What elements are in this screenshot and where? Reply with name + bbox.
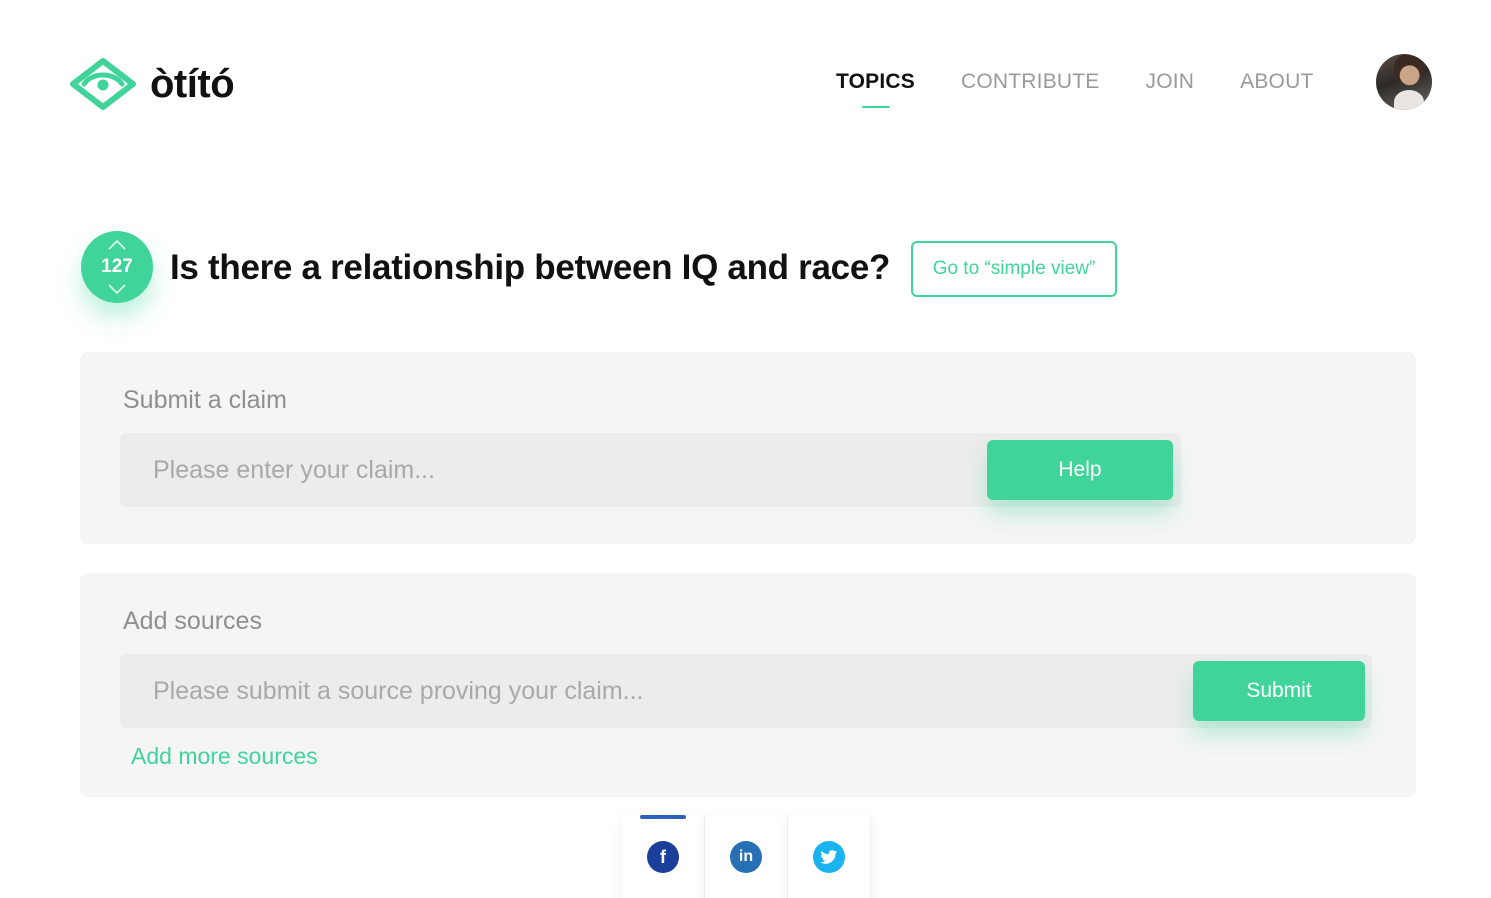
avatar[interactable] [1376,54,1432,110]
help-button[interactable]: Help [987,440,1173,500]
submit-claim-title: Submit a claim [123,386,287,414]
share-linkedin[interactable]: in [705,815,788,898]
submit-button[interactable]: Submit [1193,661,1365,721]
submit-claim-panel: Submit a claim Help [80,352,1416,544]
linkedin-icon: in [730,841,762,873]
eye-logo-icon [70,58,136,110]
brand-name: òtító [150,62,235,106]
share-facebook[interactable]: f [622,815,705,898]
question-title: Is there a relationship between IQ and r… [170,248,891,287]
source-input[interactable] [120,654,1180,728]
vote-count: 127 [101,256,133,277]
share-bar: f in [622,815,871,898]
facebook-icon: f [647,841,679,873]
claim-input-row: Help [120,433,1181,507]
claim-input[interactable] [120,433,980,507]
add-sources-panel: Add sources Submit Add more sources [80,573,1416,797]
source-input-row: Submit [120,654,1372,728]
twitter-icon [813,841,845,873]
twitter-bird-icon [820,849,838,864]
upvote-chevron-icon[interactable] [107,237,127,251]
add-more-sources-link[interactable]: Add more sources [131,743,318,770]
nav-join[interactable]: JOIN [1146,70,1195,94]
vote-widget: 127 [81,231,153,303]
nav-contribute[interactable]: CONTRIBUTE [961,70,1100,94]
add-sources-title: Add sources [123,607,262,635]
nav-about[interactable]: ABOUT [1240,70,1313,94]
main-nav: TOPICS CONTRIBUTE JOIN ABOUT [836,70,1359,94]
nav-topics[interactable]: TOPICS [836,70,915,94]
logo[interactable]: òtító [70,58,235,110]
downvote-chevron-icon[interactable] [107,283,127,297]
share-twitter[interactable] [788,815,871,898]
simple-view-button[interactable]: Go to “simple view” [911,241,1117,297]
